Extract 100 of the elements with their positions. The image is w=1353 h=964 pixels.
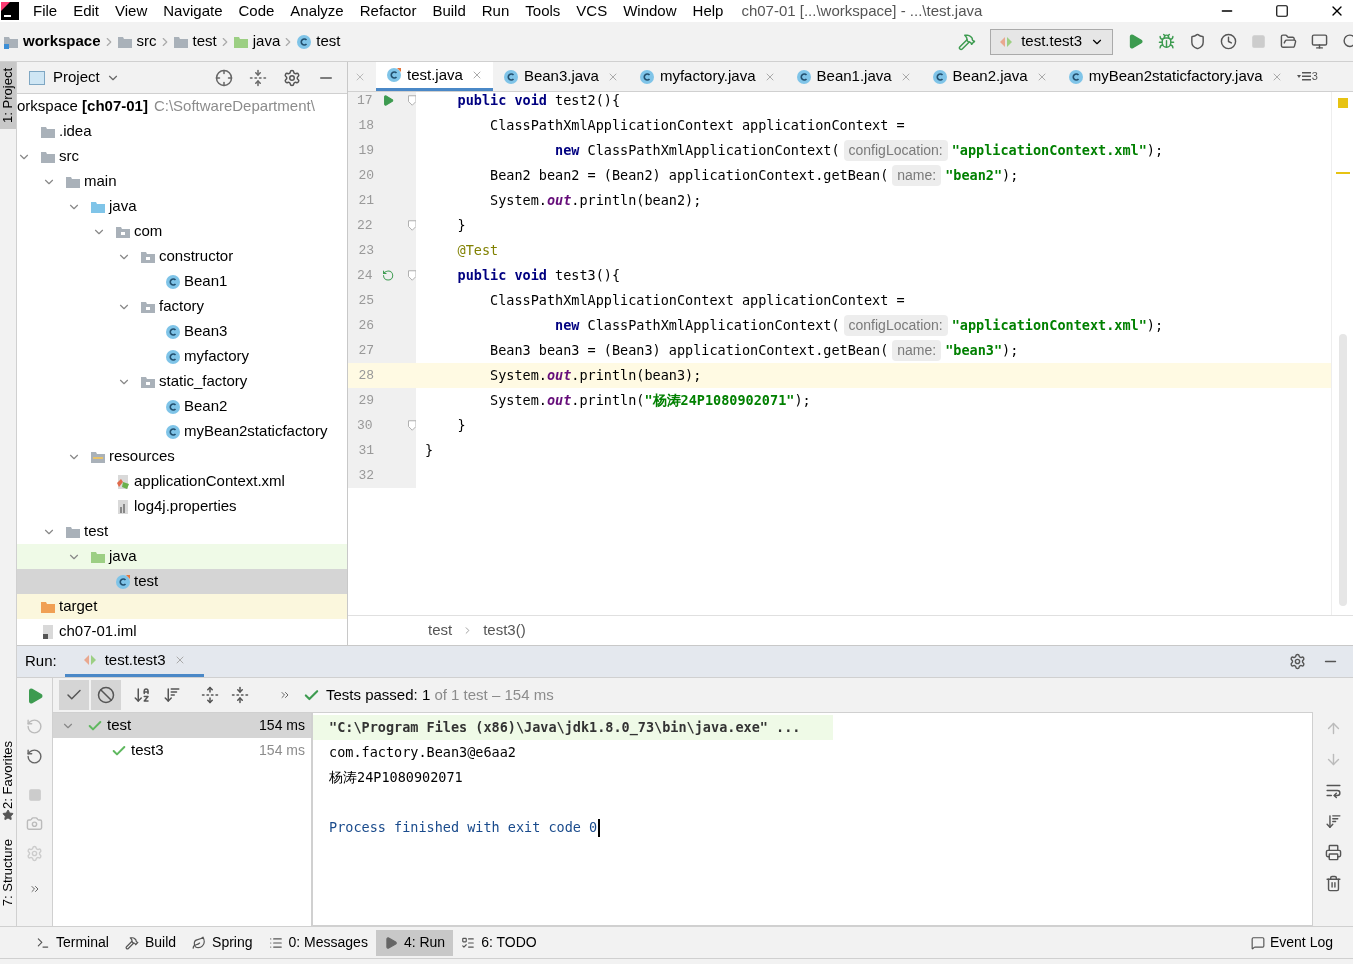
- editor-tab[interactable]: Bean3.java: [492, 62, 629, 91]
- tree-item[interactable]: myBean2staticfactory: [17, 419, 347, 444]
- tree-item[interactable]: target: [17, 594, 347, 619]
- breadcrumb-item[interactable]: workspace: [3, 30, 101, 53]
- editor-tab[interactable]: Bean1.java: [785, 62, 922, 91]
- run-tab[interactable]: test.test3: [64, 646, 204, 677]
- tree-item[interactable]: Bean1: [17, 269, 347, 294]
- favorites-tool-tab[interactable]: 2: Favorites: [0, 740, 22, 809]
- test-duration: 154 ms: [259, 716, 305, 735]
- tree-item[interactable]: com: [17, 219, 347, 244]
- tab-list-icon[interactable]: [1296, 70, 1311, 81]
- breadcrumb-item[interactable]: test3(): [483, 619, 526, 642]
- show-ignored-button[interactable]: [91, 680, 121, 710]
- run-icon[interactable]: [382, 94, 395, 107]
- project-structure-icon[interactable]: [1280, 33, 1297, 50]
- fold-marker-icon[interactable]: [407, 95, 416, 106]
- project-tool-tab[interactable]: 1: Project: [0, 62, 16, 129]
- scroll-to-end-icon[interactable]: [1324, 813, 1342, 830]
- soft-wrap-icon[interactable]: [1324, 782, 1342, 799]
- breadcrumb-item[interactable]: test: [296, 30, 341, 53]
- rerun-failed-icon[interactable]: [26, 718, 43, 735]
- sort-alphabetically-icon[interactable]: [133, 686, 151, 704]
- tree-item[interactable]: src: [17, 144, 347, 169]
- menu-item[interactable]: Help: [692, 0, 724, 23]
- profile-icon[interactable]: [1220, 33, 1237, 50]
- menu-item[interactable]: Code: [238, 0, 275, 23]
- editor-tab[interactable]: myBean2staticfactory.java: [1057, 62, 1293, 91]
- tree-item[interactable]: applicationContext.xml: [17, 469, 347, 494]
- show-passed-button[interactable]: [59, 680, 89, 710]
- tool-window-tab[interactable]: 6: TODO: [453, 929, 545, 956]
- clear-icon[interactable]: [1324, 875, 1342, 892]
- editor-tab[interactable]: myfactory.java: [628, 62, 786, 91]
- breadcrumb-item[interactable]: test: [428, 619, 453, 642]
- hammer-icon[interactable]: [958, 32, 977, 51]
- menu-item[interactable]: Build: [432, 0, 466, 23]
- sort-by-duration-icon[interactable]: [163, 686, 181, 704]
- layout-icon[interactable]: [1311, 33, 1328, 50]
- tree-item[interactable]: resources: [17, 444, 347, 469]
- event-log-button[interactable]: Event Log: [1250, 932, 1333, 953]
- menu-item[interactable]: Tools: [525, 0, 561, 23]
- tool-window-tab[interactable]: Build: [116, 929, 185, 956]
- toggle-auto-test-icon[interactable]: [26, 748, 43, 765]
- panel-title[interactable]: Project: [53, 66, 100, 89]
- test-tree-item[interactable]: test 154 ms: [53, 713, 311, 738]
- menu-item[interactable]: Navigate: [163, 0, 223, 23]
- module-name[interactable]: orkspace [ch07-01]: [17, 95, 148, 118]
- menu-item[interactable]: Window: [623, 0, 677, 23]
- menu-item[interactable]: Refactor: [359, 0, 417, 23]
- tree-item[interactable]: myfactory: [17, 344, 347, 369]
- print-icon[interactable]: [1324, 844, 1342, 861]
- tree-item[interactable]: Bean3: [17, 319, 347, 344]
- more-icon[interactable]: [279, 689, 291, 701]
- tool-window-tab[interactable]: Terminal: [28, 929, 117, 956]
- collapse-all-icon[interactable]: [231, 686, 249, 704]
- structure-tool-tab[interactable]: 7: Structure: [0, 838, 22, 906]
- locate-icon[interactable]: [215, 68, 233, 87]
- tree-item[interactable]: ch07-01.iml: [17, 619, 347, 644]
- debug-icon[interactable]: [1158, 33, 1175, 50]
- maximize-icon[interactable]: [1275, 4, 1289, 18]
- editor-tab[interactable]: Bean2.java: [921, 62, 1058, 91]
- settings-icon[interactable]: [283, 68, 301, 87]
- tool-window-tab[interactable]: Spring: [184, 929, 261, 956]
- menu-item[interactable]: Run: [481, 0, 510, 23]
- breadcrumb-item[interactable]: test: [172, 30, 217, 53]
- more-icon[interactable]: [28, 883, 41, 895]
- tree-item[interactable]: factory: [17, 294, 347, 319]
- run-configuration-dropdown[interactable]: test.test3: [990, 28, 1113, 55]
- tree-item[interactable]: test: [17, 519, 347, 544]
- run-icon[interactable]: [1127, 33, 1144, 50]
- menu-item[interactable]: Edit: [73, 0, 100, 23]
- fold-marker-icon[interactable]: [407, 220, 416, 231]
- test-duration: 154 ms: [259, 741, 305, 760]
- tree-item[interactable]: test: [17, 569, 347, 594]
- collapse-all-icon[interactable]: [249, 68, 267, 87]
- tree-item[interactable]: log4j.properties: [17, 494, 347, 519]
- editor-tab[interactable]: test.java: [376, 62, 493, 91]
- rerun-icon[interactable]: [382, 269, 395, 282]
- tool-window-tab[interactable]: 4: Run: [375, 929, 454, 956]
- breadcrumb-item[interactable]: src: [116, 30, 157, 53]
- breadcrumb-item[interactable]: java: [232, 30, 281, 53]
- tree-item[interactable]: Bean2: [17, 394, 347, 419]
- menu-item[interactable]: View: [115, 0, 148, 23]
- tree-item[interactable]: java: [17, 194, 347, 219]
- fold-marker-icon[interactable]: [407, 270, 416, 281]
- fold-marker-icon[interactable]: [407, 420, 416, 431]
- tree-item[interactable]: main: [17, 169, 347, 194]
- tree-item[interactable]: constructor: [17, 244, 347, 269]
- menu-item[interactable]: File: [33, 0, 58, 23]
- menu-item[interactable]: Analyze: [290, 0, 344, 23]
- hammer-icon: [124, 935, 139, 950]
- test-tree-item[interactable]: test3 154 ms: [53, 738, 311, 763]
- tree-item[interactable]: static_factory: [17, 369, 347, 394]
- settings-icon[interactable]: [1289, 653, 1306, 670]
- coverage-icon[interactable]: [1189, 33, 1206, 50]
- menu-item[interactable]: VCS: [576, 0, 608, 23]
- camera-icon[interactable]: [26, 815, 43, 832]
- tree-item[interactable]: .idea: [17, 119, 347, 144]
- tool-window-tab[interactable]: 0: Messages: [260, 929, 376, 956]
- tree-item[interactable]: java: [17, 544, 347, 569]
- expand-all-icon[interactable]: [201, 686, 219, 704]
